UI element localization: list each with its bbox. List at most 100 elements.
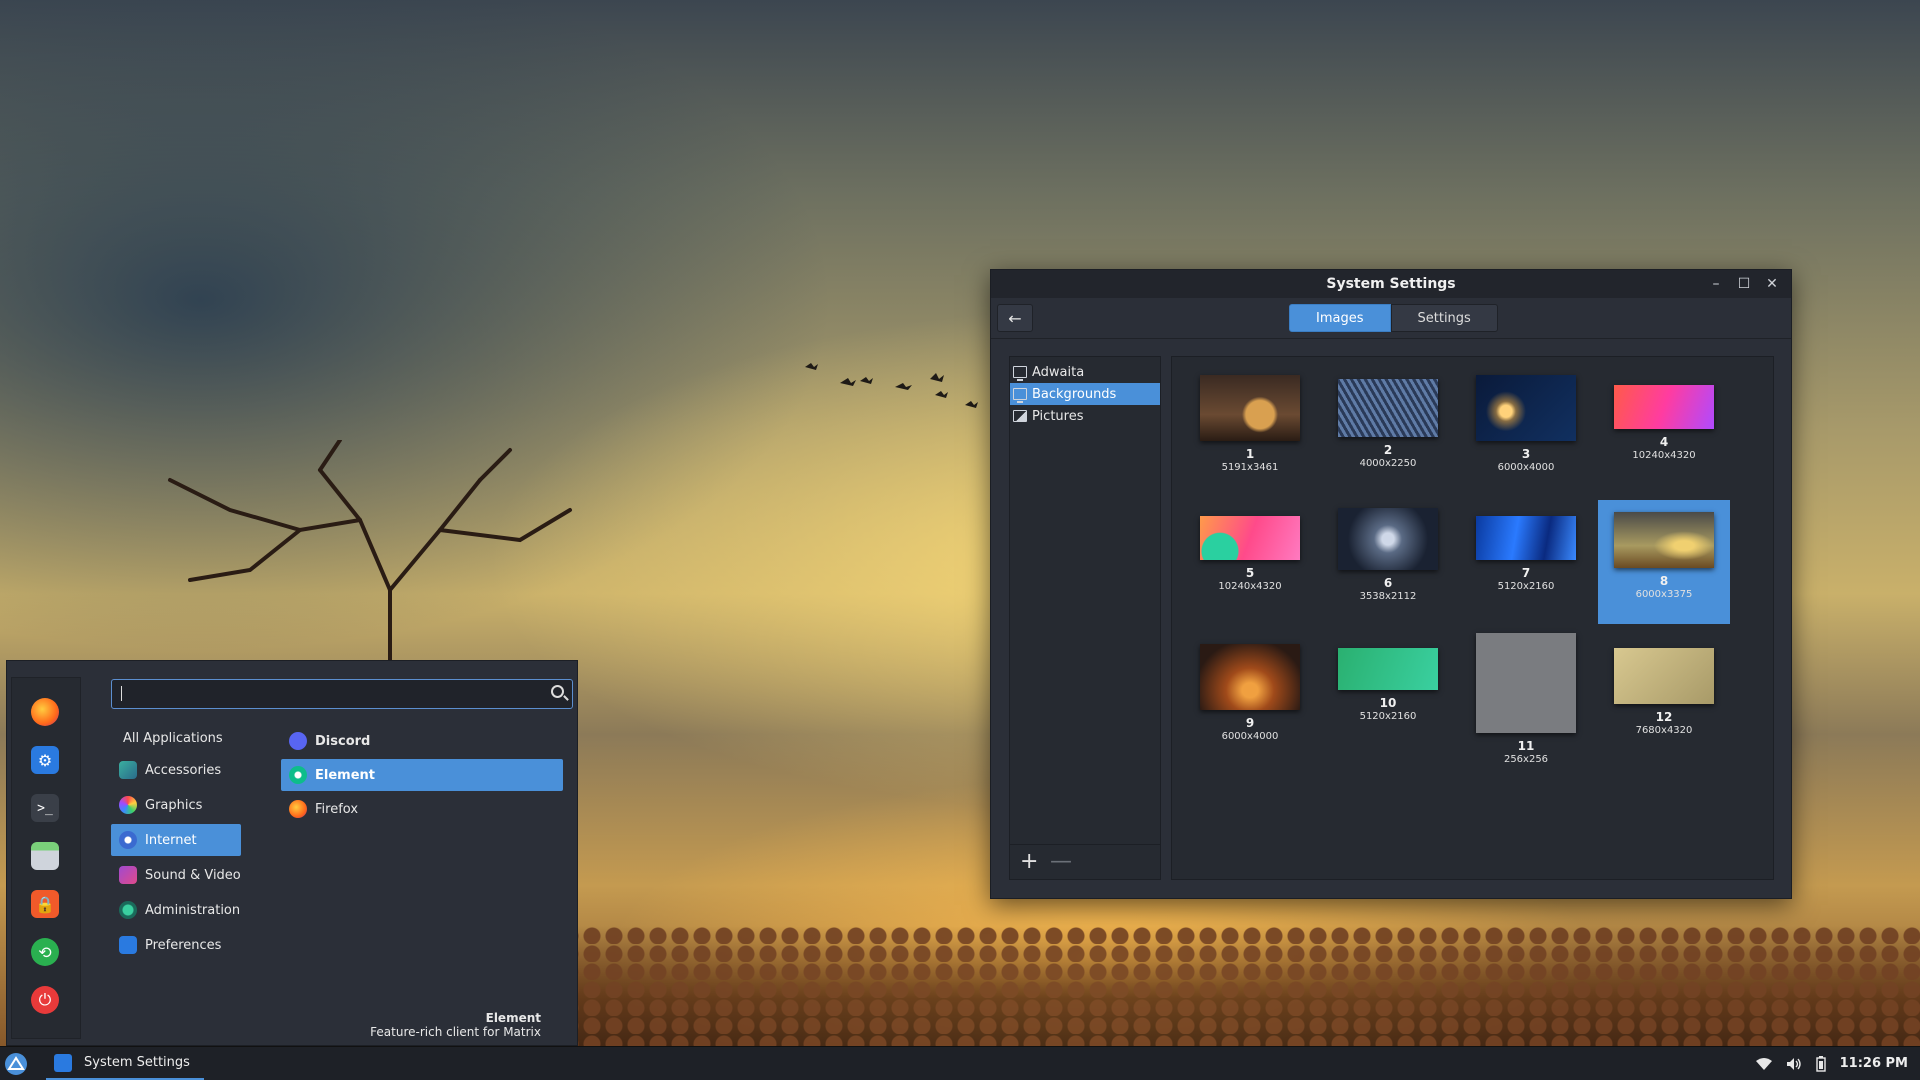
wallpaper-item[interactable]: 11 256x256 bbox=[1460, 633, 1592, 781]
application-menu: ⚙ >_ 🔒 ⟲ ⏻ All Applications Accessories … bbox=[6, 660, 578, 1046]
graphics-icon bbox=[119, 796, 137, 814]
wallpaper-item-selected[interactable]: 8 6000x3375 bbox=[1598, 500, 1730, 624]
category-accessories[interactable]: Accessories bbox=[111, 754, 241, 786]
lock-icon[interactable]: 🔒 bbox=[31, 890, 59, 918]
wallpaper-size: 7680x4320 bbox=[1635, 725, 1693, 736]
favorites-bar: ⚙ >_ 🔒 ⟲ ⏻ bbox=[11, 677, 81, 1039]
wallpaper-item[interactable]: 4 10240x4320 bbox=[1598, 369, 1730, 493]
maximize-button[interactable]: ☐ bbox=[1733, 274, 1755, 294]
system-tray: 11:26 PM bbox=[1755, 1047, 1908, 1080]
wallpaper-item[interactable]: 6 3538x2112 bbox=[1322, 500, 1454, 624]
wallpaper-item[interactable]: 12 7680x4320 bbox=[1598, 640, 1730, 764]
wallpaper-thumbnail bbox=[1338, 508, 1438, 570]
tab-images[interactable]: Images bbox=[1289, 304, 1391, 332]
wallpaper-number: 7 bbox=[1521, 566, 1531, 580]
application-list: Discord Element Firefox bbox=[281, 725, 563, 827]
tab-settings[interactable]: Settings bbox=[1390, 304, 1498, 332]
wallpaper-item[interactable]: 10 5120x2160 bbox=[1322, 640, 1454, 764]
internet-icon bbox=[119, 831, 137, 849]
monitor-icon bbox=[1013, 388, 1027, 403]
category-graphics[interactable]: Graphics bbox=[111, 789, 241, 821]
category-all-applications[interactable]: All Applications bbox=[111, 725, 241, 751]
wallpaper-size: 6000x4000 bbox=[1221, 731, 1279, 742]
wallpaper-size: 3538x2112 bbox=[1359, 591, 1417, 602]
wallpaper-thumbnail bbox=[1476, 375, 1576, 441]
source-label: Pictures bbox=[1032, 408, 1084, 424]
category-preferences[interactable]: Preferences bbox=[111, 929, 241, 961]
wallpaper-number: 5 bbox=[1245, 566, 1255, 580]
app-item-discord[interactable]: Discord bbox=[281, 725, 563, 757]
wallpaper-thumbnail bbox=[1614, 512, 1714, 568]
picture-icon bbox=[1013, 410, 1027, 422]
app-item-element[interactable]: Element bbox=[281, 759, 563, 791]
files-icon[interactable] bbox=[31, 842, 59, 870]
clock[interactable]: 11:26 PM bbox=[1840, 1056, 1908, 1071]
category-sound-video[interactable]: Sound & Video bbox=[111, 859, 241, 891]
volume-icon[interactable] bbox=[1786, 1057, 1802, 1071]
power-icon[interactable]: ⏻ bbox=[31, 986, 59, 1014]
wallpaper-item[interactable]: 1 5191x3461 bbox=[1184, 369, 1316, 493]
window-controls: – ☐ ✕ bbox=[1705, 274, 1783, 294]
category-administration[interactable]: Administration bbox=[111, 894, 241, 926]
back-arrow-icon: ← bbox=[1008, 308, 1022, 328]
wallpaper-size: 4000x2250 bbox=[1359, 458, 1417, 469]
wallpaper-number: 6 bbox=[1383, 576, 1393, 590]
firefox-icon bbox=[289, 800, 307, 818]
add-source-button[interactable]: + bbox=[1020, 851, 1038, 873]
wallpaper-thumbnail bbox=[1200, 516, 1300, 560]
wallpaper-number: 3 bbox=[1521, 447, 1531, 461]
logout-icon[interactable]: ⟲ bbox=[31, 938, 59, 966]
source-label: Adwaita bbox=[1032, 364, 1085, 380]
source-item-pictures[interactable]: Pictures bbox=[1010, 405, 1160, 427]
search-input[interactable] bbox=[111, 679, 573, 709]
window-titlebar[interactable]: System Settings – ☐ ✕ bbox=[991, 270, 1791, 298]
window-title: System Settings bbox=[1326, 276, 1456, 292]
category-internet[interactable]: Internet bbox=[111, 824, 241, 856]
administration-icon bbox=[119, 901, 137, 919]
category-label: Accessories bbox=[145, 762, 222, 778]
category-label: Administration bbox=[145, 902, 241, 918]
source-item-backgrounds[interactable]: Backgrounds bbox=[1010, 383, 1160, 405]
close-button[interactable]: ✕ bbox=[1761, 274, 1783, 294]
source-label: Backgrounds bbox=[1032, 386, 1117, 402]
battery-icon[interactable] bbox=[1815, 1055, 1826, 1072]
menu-button[interactable] bbox=[0, 1048, 32, 1080]
wallpaper-thumbnail bbox=[1338, 648, 1438, 690]
app-label: Discord bbox=[315, 733, 371, 749]
description-name: Element bbox=[485, 1011, 541, 1025]
task-label: System Settings bbox=[84, 1055, 190, 1070]
minimize-button[interactable]: – bbox=[1705, 274, 1727, 294]
category-label: Internet bbox=[145, 832, 197, 848]
app-description: Element Feature-rich client for Matrix bbox=[370, 1011, 541, 1039]
firefox-icon[interactable] bbox=[31, 698, 59, 726]
remove-source-button[interactable]: — bbox=[1050, 851, 1072, 873]
multimedia-icon bbox=[119, 866, 137, 884]
wallpaper-item[interactable]: 9 6000x4000 bbox=[1184, 640, 1316, 764]
stones-foreground bbox=[560, 926, 1920, 1046]
description-text: Feature-rich client for Matrix bbox=[370, 1025, 541, 1039]
wallpaper-item[interactable]: 7 5120x2160 bbox=[1460, 500, 1592, 624]
wifi-icon[interactable] bbox=[1755, 1057, 1772, 1071]
wallpaper-item[interactable]: 5 10240x4320 bbox=[1184, 500, 1316, 624]
terminal-icon[interactable]: >_ bbox=[31, 794, 59, 822]
wallpaper-number: 9 bbox=[1245, 716, 1255, 730]
tree-silhouette bbox=[168, 440, 572, 680]
wallpaper-item[interactable]: 3 6000x4000 bbox=[1460, 369, 1592, 493]
discord-icon bbox=[289, 732, 307, 750]
wallpaper-item[interactable]: 2 4000x2250 bbox=[1322, 369, 1454, 493]
wallpaper-thumbnail bbox=[1338, 379, 1438, 437]
source-item-adwaita[interactable]: Adwaita bbox=[1010, 361, 1160, 383]
wallpaper-thumbnail bbox=[1614, 385, 1714, 429]
app-label: Element bbox=[315, 767, 375, 783]
accessories-icon bbox=[119, 761, 137, 779]
wallpaper-thumbnail bbox=[1200, 644, 1300, 710]
back-button[interactable]: ← bbox=[997, 304, 1033, 332]
wallpaper-number: 10 bbox=[1379, 696, 1397, 710]
wallpaper-size: 6000x4000 bbox=[1497, 462, 1555, 473]
app-item-firefox[interactable]: Firefox bbox=[281, 793, 563, 825]
task-system-settings[interactable]: System Settings bbox=[46, 1047, 204, 1080]
settings-icon[interactable]: ⚙ bbox=[31, 746, 59, 774]
menu-logo-icon bbox=[5, 1052, 27, 1075]
element-icon bbox=[289, 766, 307, 784]
settings-icon bbox=[54, 1053, 72, 1072]
